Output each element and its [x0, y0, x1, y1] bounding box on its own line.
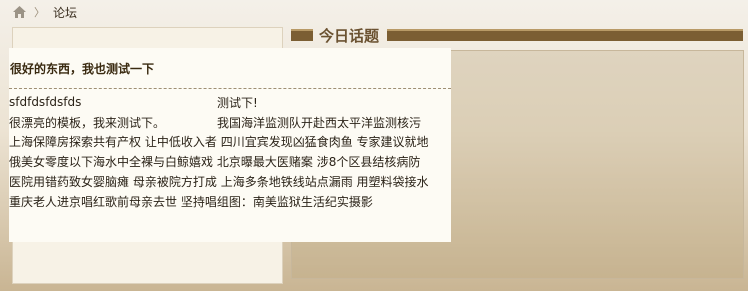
breadcrumb-current[interactable]: 论坛 [53, 4, 77, 21]
home-icon[interactable] [12, 5, 27, 19]
news-link[interactable]: 北京曝最大医赌案 [217, 155, 313, 169]
header-bar-left [291, 29, 313, 41]
news-link[interactable]: 用塑料袋接水 [357, 175, 429, 189]
news-link[interactable]: 上海多条地铁线站点漏雨 [221, 175, 353, 189]
news-link[interactable]: 上海保障房探索共有产权 [9, 135, 141, 149]
news-link[interactable]: 医院用错药致女婴脑瘫 [9, 175, 129, 189]
news-link[interactable]: 让中低收入者 [145, 135, 217, 149]
topic-link[interactable]: 我国海洋监测队开赴西太平洋监测核污 [217, 114, 421, 131]
news-link[interactable]: 专家建议就地 [357, 135, 429, 149]
topic-area: 很好的东西，我也测试一下 sfdfdsfdsfds 测试下! 很漂亮的模板，我来… [9, 48, 451, 242]
news-link[interactable]: 俄美女零度以下海水中全裸与白鲸嬉戏 [9, 155, 213, 169]
topic-link[interactable]: 测试下! [217, 94, 258, 111]
news-link[interactable]: 坚持唱组图：南美监狱生活纪实摄影 [181, 195, 373, 209]
featured-topic: 很好的东西，我也测试一下 [9, 48, 451, 89]
section-header: 今日话题 [291, 24, 743, 46]
news-link[interactable]: 母亲被院方打成 [133, 175, 217, 189]
section-title: 今日话题 [319, 26, 380, 45]
news-link[interactable]: 重庆老人进京唱红歌前母亲去世 [9, 195, 177, 209]
featured-topic-link[interactable]: 很好的东西，我也测试一下 [10, 60, 154, 77]
header-bar-right [387, 29, 743, 41]
topic-list: sfdfdsfdsfds 测试下! 很漂亮的模板，我来测试下。 我国海洋监测队开… [9, 89, 451, 212]
topic-link[interactable]: 很漂亮的模板，我来测试下。 [9, 114, 217, 131]
news-line: 医院用错药致女婴脑瘫 母亲被院方打成 上海多条地铁线站点漏雨 用塑料袋接水 [9, 172, 451, 192]
breadcrumb-separator: 〉 [34, 6, 45, 19]
topic-row: sfdfdsfdsfds 测试下! [9, 92, 451, 112]
news-link[interactable]: 四川宜宾发现凶猛食肉鱼 [221, 135, 353, 149]
news-line: 俄美女零度以下海水中全裸与白鲸嬉戏 北京曝最大医赌案 涉8个区县结核病防 [9, 152, 451, 172]
news-line: 上海保障房探索共有产权 让中低收入者 四川宜宾发现凶猛食肉鱼 专家建议就地 [9, 132, 451, 152]
news-line: 重庆老人进京唱红歌前母亲去世 坚持唱组图：南美监狱生活纪实摄影 [9, 192, 451, 212]
news-list: 上海保障房探索共有产权 让中低收入者 四川宜宾发现凶猛食肉鱼 专家建议就地 俄美女… [9, 132, 451, 212]
topic-link[interactable]: sfdfdsfdsfds [9, 95, 217, 109]
breadcrumb: 〉 论坛 [12, 3, 77, 21]
news-link[interactable]: 涉8个区县结核病防 [317, 155, 421, 169]
topic-row: 很漂亮的模板，我来测试下。 我国海洋监测队开赴西太平洋监测核污 [9, 112, 451, 132]
